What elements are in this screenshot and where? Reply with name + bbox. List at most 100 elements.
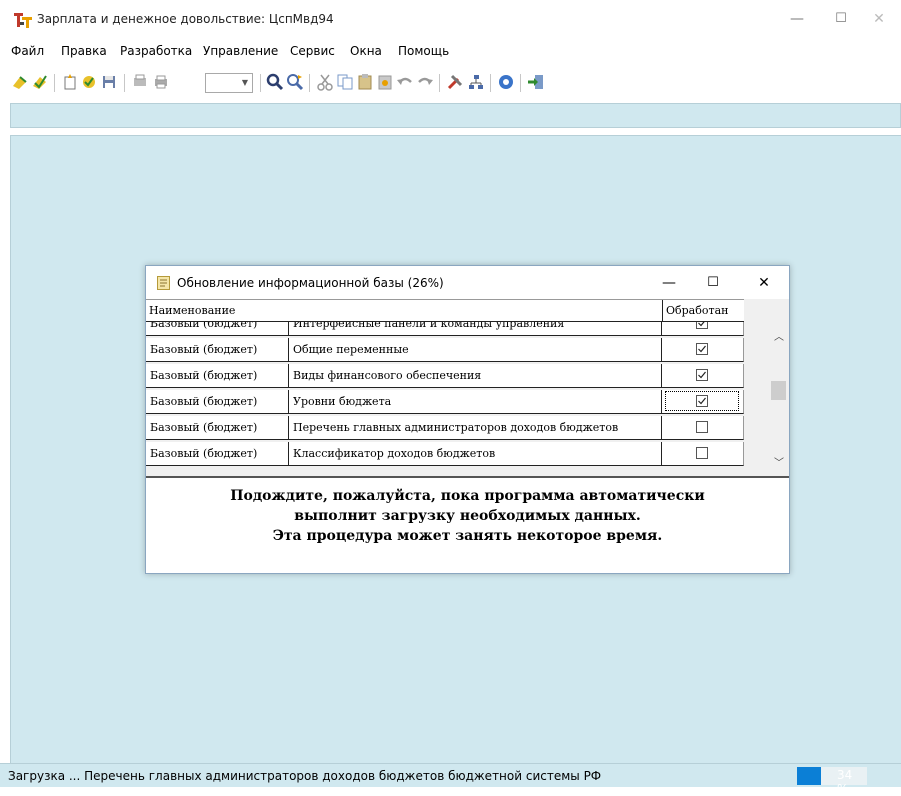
print-icon[interactable] bbox=[152, 73, 170, 91]
table-cell-processed bbox=[662, 416, 744, 440]
table-cell-object: Уровни бюджета bbox=[289, 390, 662, 414]
window-titlebar: Зарплата и денежное довольствие: ЦспМвд9… bbox=[0, 0, 901, 40]
close-button[interactable]: ✕ bbox=[857, 6, 901, 32]
undo-icon[interactable] bbox=[396, 73, 414, 91]
find-icon[interactable] bbox=[266, 73, 284, 91]
table-cell-config: Базовый (бюджет) bbox=[146, 364, 289, 388]
processed-checkbox[interactable] bbox=[696, 421, 708, 433]
processed-checkbox[interactable] bbox=[696, 322, 708, 329]
table-row[interactable]: Базовый (бюджет) Общие переменные bbox=[146, 338, 744, 364]
toolbar-combo[interactable]: ▼ bbox=[205, 73, 253, 93]
scroll-up-icon[interactable]: ︿ bbox=[774, 328, 784, 343]
processed-checkbox[interactable] bbox=[696, 447, 708, 459]
table-cell-config: Базовый (бюджет) bbox=[146, 442, 289, 466]
checkmark-icon bbox=[698, 397, 706, 405]
toolbar-separator bbox=[260, 74, 261, 92]
menu-management[interactable]: Управление bbox=[203, 44, 278, 58]
redo-icon[interactable] bbox=[416, 73, 434, 91]
menu-development[interactable]: Разработка bbox=[120, 44, 192, 58]
table-cell-config: Базовый (бюджет) bbox=[146, 338, 289, 362]
wait-message-line: выполнит загрузку необходимых данных. bbox=[294, 508, 641, 524]
progress-fill bbox=[797, 767, 821, 785]
table-cell-processed bbox=[662, 338, 744, 362]
floppy-icon[interactable] bbox=[100, 73, 118, 91]
status-progress-bar: 34 % bbox=[797, 767, 867, 796]
column-header-processed[interactable]: Обработан bbox=[666, 304, 728, 317]
processed-checkbox[interactable] bbox=[696, 343, 708, 355]
table-scrollbar[interactable]: ︿ ﹀ bbox=[769, 322, 789, 474]
table-cell-processed bbox=[662, 390, 744, 414]
checkmark-icon bbox=[698, 322, 705, 327]
scrollbar-thumb[interactable] bbox=[771, 381, 786, 400]
toolbar-separator bbox=[520, 74, 521, 92]
column-header-name[interactable]: Наименование bbox=[149, 304, 235, 317]
app-logo-icon bbox=[14, 13, 32, 28]
toolbar-separator bbox=[54, 74, 55, 92]
paste-special-icon[interactable] bbox=[376, 73, 394, 91]
processed-checkbox[interactable] bbox=[696, 369, 708, 381]
wait-message: Подождите, пожалуйста, пока программа ав… bbox=[146, 486, 789, 546]
table-row[interactable]: Базовый (бюджет) Перечень главных админи… bbox=[146, 416, 744, 442]
table-cell-config: Базовый (бюджет) bbox=[146, 416, 289, 440]
dialog-maximize-button[interactable]: ☐ bbox=[693, 271, 733, 295]
processed-checkbox[interactable] bbox=[696, 395, 708, 407]
status-bar: Загрузка ... Перечень главных администра… bbox=[0, 763, 901, 796]
toolbar-separator bbox=[439, 74, 440, 92]
paste-icon[interactable] bbox=[356, 73, 374, 91]
copy-icon[interactable] bbox=[336, 73, 354, 91]
dialog-close-button[interactable]: ✕ bbox=[744, 271, 784, 295]
table-cell-object: Виды финансового обеспечения bbox=[289, 364, 662, 388]
find-next-icon[interactable] bbox=[286, 73, 304, 91]
help-icon[interactable] bbox=[497, 73, 515, 91]
tree-icon[interactable] bbox=[467, 73, 485, 91]
update-dialog: Обновление информационной базы (26%) — ☐… bbox=[145, 265, 790, 574]
wait-message-line: Эта процедура может занять некоторое вре… bbox=[272, 528, 663, 544]
dialog-minimize-button[interactable]: — bbox=[649, 271, 689, 295]
table-header: Наименование Обработан bbox=[146, 299, 744, 322]
table-cell-object: Классификатор доходов бюджетов bbox=[289, 442, 662, 466]
save-icon[interactable] bbox=[31, 73, 49, 91]
table-cell-object: Общие переменные bbox=[289, 338, 662, 362]
scroll-down-icon[interactable]: ﹀ bbox=[774, 454, 784, 469]
toolbar-separator bbox=[124, 74, 125, 92]
table-row[interactable]: Базовый (бюджет) Виды финансового обеспе… bbox=[146, 364, 744, 390]
panel-strip bbox=[10, 103, 901, 128]
new-icon[interactable] bbox=[61, 73, 79, 91]
chevron-down-icon[interactable]: ▼ bbox=[238, 74, 252, 92]
menu-help[interactable]: Помощь bbox=[398, 44, 449, 58]
table-cell-object: Перечень главных администраторов доходов… bbox=[289, 416, 662, 440]
toolbar: ▼ bbox=[0, 64, 901, 100]
menu-bar: Файл Правка Разработка Управление Сервис… bbox=[0, 40, 901, 64]
menu-service[interactable]: Сервис bbox=[290, 44, 335, 58]
update-table: Наименование Обработан Базовый (бюджет) … bbox=[146, 299, 789, 477]
dialog-titlebar: Обновление информационной базы (26%) — ☐… bbox=[146, 266, 789, 299]
menu-file[interactable]: Файл bbox=[11, 44, 44, 58]
tools-icon[interactable] bbox=[446, 73, 464, 91]
document-icon bbox=[157, 276, 170, 290]
menu-windows[interactable]: Окна bbox=[350, 44, 382, 58]
wait-message-line: Подождите, пожалуйста, пока программа ав… bbox=[230, 488, 705, 504]
table-cell-processed bbox=[662, 322, 744, 336]
checkmark-icon bbox=[698, 345, 706, 353]
table-body[interactable]: Базовый (бюджет) Интерфейсные панели и к… bbox=[146, 322, 744, 474]
exit-icon[interactable] bbox=[527, 73, 545, 91]
cut-icon[interactable] bbox=[316, 73, 334, 91]
preview-icon[interactable] bbox=[131, 73, 149, 91]
column-divider bbox=[662, 300, 663, 322]
properties-icon[interactable] bbox=[80, 73, 98, 91]
dialog-title: Обновление информационной базы (26%) bbox=[177, 276, 444, 290]
table-cell-processed bbox=[662, 442, 744, 466]
progress-label: 34 % bbox=[837, 768, 853, 796]
checkmark-icon bbox=[698, 371, 706, 379]
table-cell-processed bbox=[662, 364, 744, 388]
toolbar-separator bbox=[490, 74, 491, 92]
open-icon[interactable] bbox=[11, 73, 29, 91]
table-row[interactable]: Базовый (бюджет) Классификатор доходов б… bbox=[146, 442, 744, 468]
table-row[interactable]: Базовый (бюджет) Интерфейсные панели и к… bbox=[146, 322, 744, 338]
window-title: Зарплата и денежное довольствие: ЦспМвд9… bbox=[37, 12, 334, 26]
minimize-button[interactable]: — bbox=[775, 6, 819, 32]
table-bottom-border bbox=[146, 476, 789, 478]
toolbar-separator bbox=[309, 74, 310, 92]
menu-edit[interactable]: Правка bbox=[61, 44, 107, 58]
table-row-selected[interactable]: Базовый (бюджет) Уровни бюджета bbox=[146, 390, 744, 416]
